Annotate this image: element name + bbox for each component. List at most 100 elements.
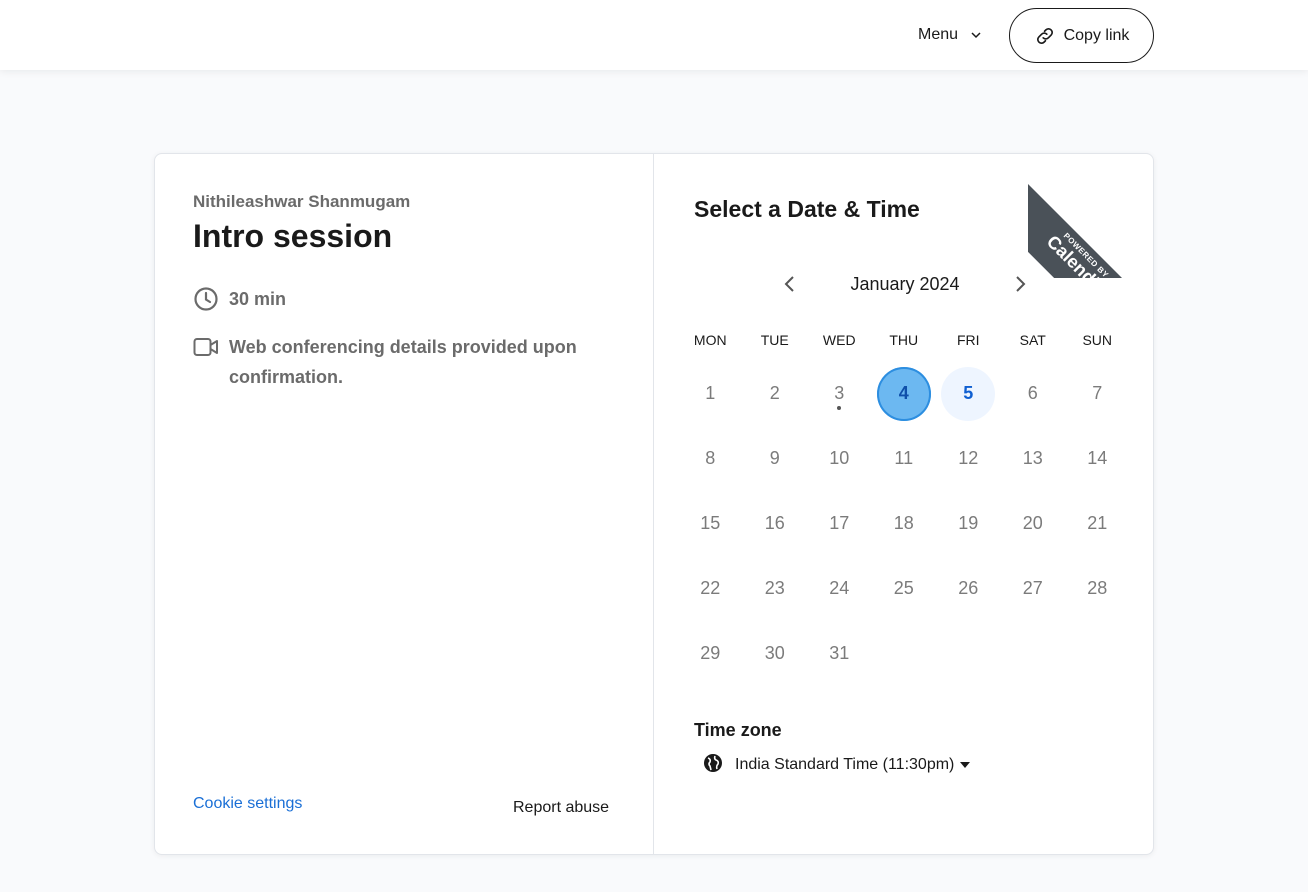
event-details-panel: Nithileashwar Shanmugam Intro session 30… [155,154,654,854]
days-grid: 1 2 3 4 5 6 7 8 9 10 11 12 13 14 15 16 17 18 19 20 21 22 23 24 2… [678,361,1130,686]
calendar-day: 16 [743,491,808,556]
calendar-day-number: 16 [764,513,785,533]
calendar-day: 27 [1001,556,1066,621]
calendar-day-number: 6 [1027,383,1038,403]
month-label: January 2024 [850,273,960,294]
booking-card: Nithileashwar Shanmugam Intro session 30… [154,153,1154,855]
calendar-day: 30 [743,621,808,686]
calendar-day: 17 [807,491,872,556]
prev-month-button[interactable] [775,269,805,299]
weekday-label: SUN [1082,332,1113,348]
calendar-day-number: 12 [958,448,979,468]
chevron-right-icon [1016,276,1026,292]
calendar-day-number: 21 [1087,513,1108,533]
weekday-label: TUE [760,332,789,348]
calendar-day: 3 [807,361,872,426]
calendar-day-number: 25 [893,578,914,598]
calendar-day-number: 27 [1022,578,1043,598]
clock-icon [193,284,219,314]
calendar-day-number: 7 [1092,383,1103,403]
calendar-day: 22 [678,556,743,621]
caret-down-icon [960,762,971,768]
weekday-label: THU [889,332,919,348]
calendar-day-number: 11 [894,448,914,468]
calendar-day: 13 [1001,426,1066,491]
calendar-day-number: 28 [1087,578,1108,598]
calendar-day-number: 5 [941,366,996,421]
calendar-day: 19 [936,491,1001,556]
calendar: MON TUE WED THU FRI SAT SUN 1 2 3 4 5 6 7 8 9 10 1… [678,332,1130,686]
chevron-left-icon [784,276,794,292]
calendar-day-number: 22 [700,578,721,598]
calendar-day: 11 [872,426,937,491]
calendar-day-number: 8 [705,448,716,468]
powered-by-ribbon[interactable]: POWERED BY Calendly [1028,147,1159,278]
calendar-day-number: 9 [769,448,780,468]
calendar-day-number: 3 [834,383,845,403]
copy-link-label: Copy link [1063,26,1130,44]
event-title: Intro session [193,218,393,254]
calendar-day: 10 [807,426,872,491]
calendar-day-number: 17 [829,513,850,533]
calendar-day-number: 2 [769,383,780,403]
calendar-day-number: 30 [764,643,785,663]
calendar-day-number: 4 [876,366,931,421]
calendar-day: 23 [743,556,808,621]
calendar-day: 21 [1065,491,1130,556]
calendar-day-number: 24 [829,578,850,598]
calendar-day: 26 [936,556,1001,621]
timezone-value: India Standard Time (11:30pm) [735,756,955,773]
weekday-label: MON [693,332,727,348]
calendar-day: 7 [1065,361,1130,426]
calendar-day-number: 10 [829,448,850,468]
timezone-label: Time zone [694,720,782,740]
calendar-day: 28 [1065,556,1130,621]
calendar-day-number: 29 [700,643,721,663]
duration-detail: 30 min [193,284,286,314]
cookie-settings-link[interactable]: Cookie settings [193,795,302,813]
calendar-day: 1 [678,361,743,426]
calendar-day: 20 [1001,491,1066,556]
calendar-day-number: 23 [764,578,785,598]
ribbon-band: POWERED BY Calendly [1028,178,1159,278]
menu-label: Menu [918,26,959,43]
calendar-day: 29 [678,621,743,686]
conferencing-text: Web conferencing details provided upon c… [229,337,577,387]
calendar-day-number: 20 [1022,513,1043,533]
calendar-day[interactable]: 5 [936,361,1001,426]
calendar-day-number: 31 [829,643,850,663]
calendar-day-number: 19 [958,513,979,533]
report-abuse-link[interactable]: Report abuse [513,799,609,817]
conferencing-detail: Web conferencing details provided upon c… [193,332,623,392]
link-icon [1036,27,1053,44]
calendar-day: 25 [872,556,937,621]
calendar-day: 9 [743,426,808,491]
menu-button[interactable]: Menu [906,16,1002,54]
calendar-day-number: 26 [958,578,979,598]
month-navigation: January 2024 [775,266,1035,302]
calendar-day: 2 [743,361,808,426]
calendar-day[interactable]: 4 [872,361,937,426]
calendar-day: 6 [1001,361,1066,426]
duration-text: 30 min [229,289,287,309]
weekday-label: SAT [1019,332,1046,348]
scheduler-title: Select a Date & Time [694,196,920,222]
calendar-day-number: 15 [700,513,721,533]
calendar-day-number: 13 [1022,448,1043,468]
weekday-label: WED [822,332,856,348]
calendar-day-number: 14 [1087,448,1108,468]
calendar-day-number: 18 [893,513,914,533]
calendar-day: 31 [807,621,872,686]
timezone-select[interactable]: India Standard Time (11:30pm) [703,752,971,778]
copy-link-button[interactable]: Copy link [1009,8,1154,63]
host-name: Nithileashwar Shanmugam [193,192,411,211]
top-bar: Menu Copy link [0,0,1308,70]
calendar-day: 14 [1065,426,1130,491]
calendar-day: 8 [678,426,743,491]
weekday-label: FRI [956,332,980,348]
calendar-day: 18 [872,491,937,556]
calendar-day: 15 [678,491,743,556]
weekday-header: MON TUE WED THU FRI SAT SUN [678,332,1130,358]
calendar-day: 12 [936,426,1001,491]
globe-icon [703,753,723,778]
